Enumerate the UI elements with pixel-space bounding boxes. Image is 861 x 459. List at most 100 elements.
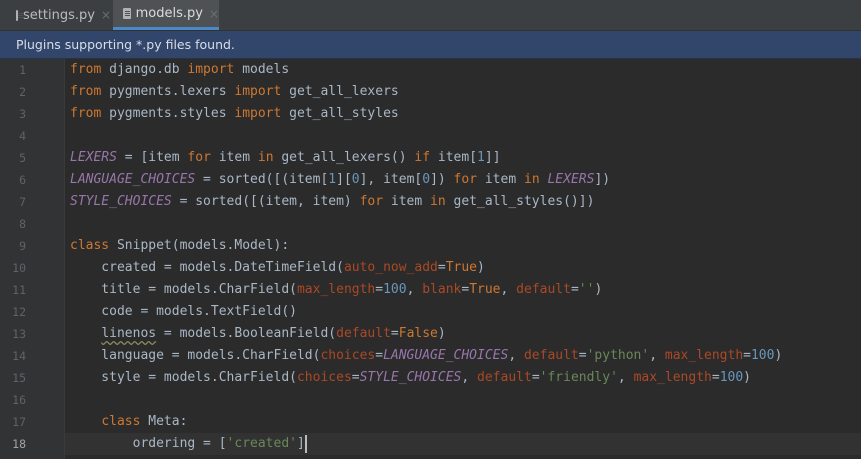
code-token: LEXERS [547,172,595,187]
code-token: in [524,172,540,187]
line-number: 12 [12,305,26,319]
code-token: 'python' [586,348,650,363]
close-icon[interactable]: × [209,8,219,20]
tab-models-py[interactable]: models.py × [113,0,219,30]
line-number: 9 [19,239,26,253]
code-token: models [234,62,290,77]
code-token: blank [422,282,462,297]
code-token: = [531,370,540,385]
code-token: True [445,260,477,275]
code-token: STYLE_CHOICES [70,194,172,209]
code-token: 1 [328,172,337,187]
code-token: LEXERS [70,150,117,165]
line-number: 10 [12,261,26,275]
code-token: ) [477,260,485,275]
code-token: = sorted([(item[ [195,172,329,187]
code-token: ], item[ [359,172,423,187]
code-line: STYLE_CHOICES = sorted([(item, item) for… [70,191,594,213]
python-file-icon [123,8,131,19]
code-token: get_all_styles()]) [445,194,595,209]
code-token: class [70,238,110,253]
code-line: from django.db import models [70,59,289,81]
code-token: linenos [101,326,157,341]
close-icon[interactable]: × [101,9,111,21]
code-editor[interactable]: 1 2 3 4 5 6 7 8 9 10 11 12 13 14 15 16 17 18 from django.… [0,59,861,459]
code-token: 'created' [226,436,297,451]
code-token: , [649,348,665,363]
code-token: class [101,414,141,429]
code-token: = [437,260,446,275]
code-token: LANGUAGE_CHOICES [383,348,509,363]
code-token: default [336,326,391,341]
line-number: 16 [12,393,26,407]
code-token: default [523,348,579,363]
code-token: max_length [633,370,712,385]
code-token: 100 [750,348,775,363]
code-line: ordering = ['created'] [70,433,307,455]
code-token: language = models.CharField( [70,348,321,363]
code-token: 1 [477,150,485,165]
code-token: 100 [383,282,407,297]
code-token: django.db [101,62,188,77]
code-token: for [187,150,211,165]
code-token: in [430,194,446,209]
code-token: , [508,348,524,363]
code-token: ]] [484,150,501,165]
line-number-gutter: 1 2 3 4 5 6 7 8 9 10 11 12 13 14 15 16 17 18 [0,59,65,459]
code-token: Meta: [140,414,188,429]
code-token: from [70,106,102,121]
code-token: style = models.CharField( [70,370,297,385]
code-token: True [469,282,501,297]
code-line: code = models.TextField() [70,301,297,323]
code-token: Snippet(models.Model): [109,238,290,253]
code-token: 'friendly' [539,370,618,385]
line-number: 13 [12,327,26,341]
line-number: 6 [19,173,26,187]
code-token: get_all_styles [281,106,399,121]
code-token: = [item [116,150,188,165]
line-number: 3 [19,107,26,121]
code-token: item [477,172,524,187]
line-number: 1 [19,63,26,77]
code-token: get_all_lexers [281,84,399,99]
code-token: max_length [664,348,744,363]
code-token: title = models.CharField( [70,282,297,297]
tab-settings-py[interactable]: settings.py × [0,0,111,30]
code-line: from pygments.styles import get_all_styl… [70,103,399,125]
code-line: linenos = models.BooleanField(default=Fa… [70,323,446,345]
code-token: ordering = [ [70,436,227,451]
code-token: choices [296,370,352,385]
code-token: ]) [430,172,454,187]
code-token: 0 [422,172,431,187]
code-token: '' [578,282,595,297]
code-token: = [390,326,399,341]
code-token: ) [437,326,446,341]
code-token: False [398,326,438,341]
code-token: pygments.styles [101,106,235,121]
code-line: title = models.CharField(max_length=100,… [70,279,602,301]
code-token: , [461,370,478,385]
code-token: = [375,282,384,297]
code-token: item[ [430,150,478,165]
line-number: 4 [19,129,26,143]
code-area[interactable]: from django.db import models from pygment… [65,59,861,459]
python-file-icon [16,9,24,21]
code-token: import [234,84,282,99]
code-token: import [187,62,235,77]
code-token: for [359,194,384,209]
code-token: ][ [336,172,352,187]
code-token: item [210,150,258,165]
code-token: = [711,370,720,385]
line-number: 18 [12,437,26,451]
code-line: LANGUAGE_CHOICES = sorted([(item[1][0], … [70,169,610,191]
code-token: item [383,194,431,209]
line-number: 2 [19,85,26,99]
code-token: from [70,84,102,99]
line-number: 17 [12,415,26,429]
code-line: from pygments.lexers import get_all_lexe… [70,81,399,103]
plugin-notification-banner: Plugins supporting *.py files found. [0,31,861,59]
code-line: created = models.DateTimeField(auto_now_… [70,257,485,279]
code-token: ] [297,436,305,451]
